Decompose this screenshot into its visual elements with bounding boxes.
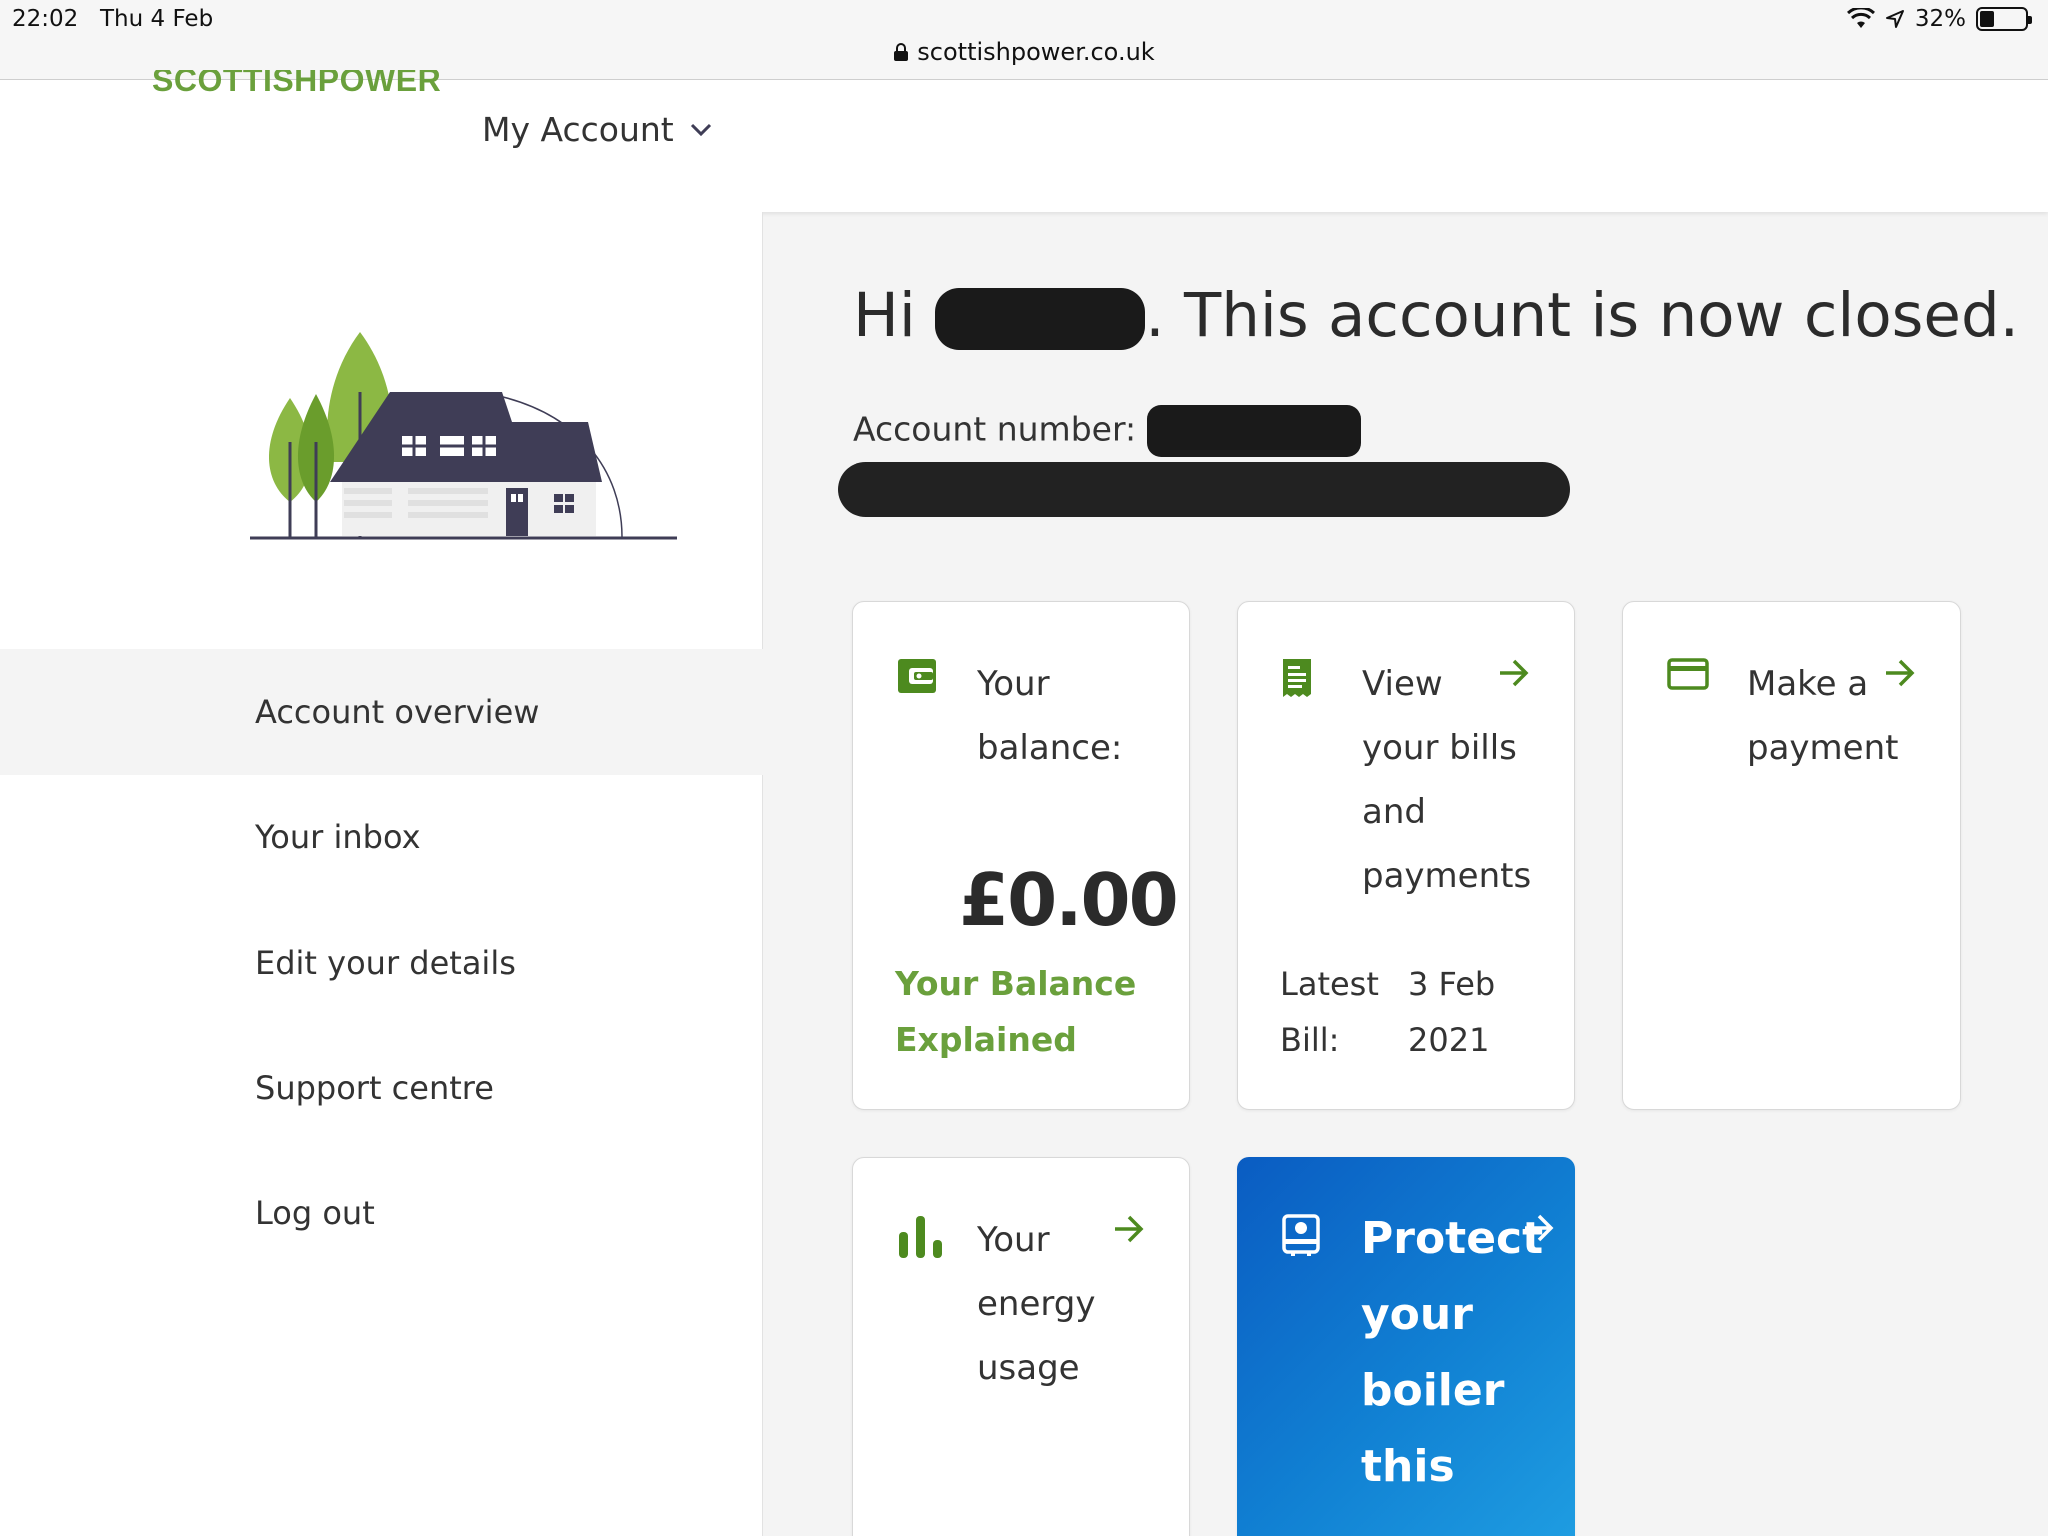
latest-bill-date: 3 Feb 2021 [1408, 965, 1496, 1059]
site-header: SCOTTISHPOWER My Account [0, 70, 2048, 212]
sidebar: Account overview Your inbox Edit your de… [0, 212, 763, 1536]
energy-usage-card[interactable]: Your energy usage [852, 1157, 1190, 1536]
address-bar[interactable]: scottishpower.co.uk [0, 38, 2048, 66]
sidebar-item-edit-details[interactable]: Edit your details [0, 900, 763, 1026]
my-account-label: My Account [482, 110, 674, 149]
arrow-right-icon [1115, 1215, 1144, 1243]
scottishpower-logo[interactable]: SCOTTISHPOWER [152, 70, 441, 92]
credit-card-icon [1667, 658, 1709, 690]
chevron-down-icon [690, 123, 711, 136]
protect-boiler-card[interactable]: Protect your boiler this [1237, 1157, 1575, 1536]
sidebar-item-label: Support centre [255, 1069, 494, 1107]
lock-icon [894, 43, 909, 61]
arrow-right-icon [1500, 659, 1529, 687]
sidebar-item-label: Account overview [255, 693, 540, 731]
view-bills-title: View your bills and payments [1362, 664, 1532, 896]
balance-amount: £0.00 [959, 858, 1179, 942]
page-title: Hi . This account is now closed. [853, 280, 2020, 351]
sidebar-item-log-out[interactable]: Log out [0, 1150, 763, 1276]
status-date: Thu 4 Feb [100, 6, 214, 32]
sidebar-item-account-overview[interactable]: Account overview [0, 649, 763, 775]
redacted-address [838, 462, 1570, 517]
make-payment-title: Make a payment [1747, 664, 1899, 768]
latest-bill-label: Latest Bill: [1280, 965, 1379, 1059]
arrow-right-icon [1886, 659, 1915, 687]
protect-boiler-title: Protect your boiler this [1361, 1213, 1544, 1492]
status-time: 22:02 [12, 6, 79, 32]
sidebar-item-label: Log out [255, 1194, 375, 1232]
account-number: Account number: [853, 405, 1361, 457]
view-bills-card[interactable]: View your bills and payments Latest Bill… [1237, 601, 1575, 1110]
bill-icon [1283, 659, 1311, 697]
redacted-name [935, 288, 1146, 351]
account-number-label: Account number: [853, 409, 1137, 449]
redacted-account-number [1146, 405, 1361, 457]
make-payment-card[interactable]: Make a payment [1622, 601, 1961, 1110]
wifi-icon [1846, 8, 1875, 28]
sidebar-item-label: Edit your details [255, 944, 516, 982]
my-account-menu[interactable]: My Account [482, 110, 712, 149]
bar-chart-icon [899, 1216, 942, 1258]
location-arrow-icon [1885, 10, 1904, 28]
energy-usage-title: Your energy usage [977, 1220, 1096, 1388]
balance-explained-link[interactable]: Your Balance Explained [895, 956, 1155, 1068]
balance-card: Your balance: £0.00 Your Balance Explain… [852, 601, 1190, 1110]
battery-percent: 32% [1914, 6, 1966, 32]
sidebar-item-label: Your inbox [255, 818, 421, 856]
arrow-right-icon [1525, 1214, 1554, 1242]
sidebar-item-support-centre[interactable]: Support centre [0, 1025, 763, 1151]
url-text: scottishpower.co.uk [917, 38, 1155, 66]
house-illustration [250, 332, 677, 540]
battery-icon [1976, 7, 2032, 31]
boiler-icon [1282, 1214, 1320, 1256]
wallet-icon [898, 659, 936, 693]
balance-title: Your balance: [977, 664, 1123, 768]
ios-status-bar: 22:02 Thu 4 Feb 32% scottishpower.co.uk [0, 0, 2048, 80]
sidebar-item-your-inbox[interactable]: Your inbox [0, 774, 763, 900]
